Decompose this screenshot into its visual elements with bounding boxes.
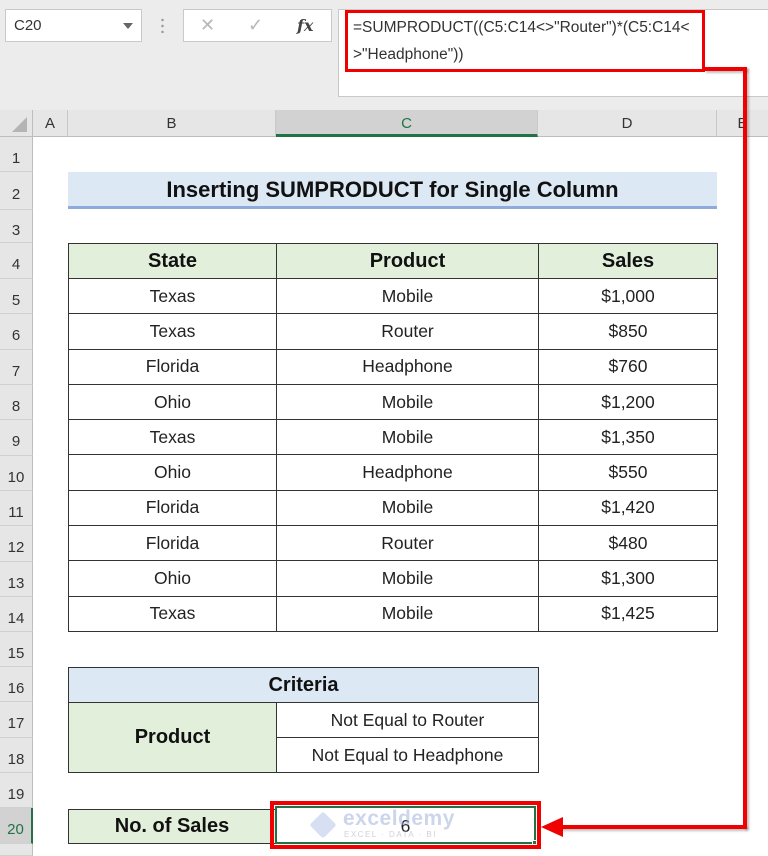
row-header-20[interactable]: 20 [0,808,33,844]
row-header-14[interactable]: 14 [0,597,33,632]
table-row: Ohio Mobile $1,200 [68,383,718,421]
row-header-13[interactable]: 13 [0,562,33,597]
cell-sales[interactable]: $550 [538,454,718,491]
sales-table: State Product Sales Texas Mobile $1,000 Tex… [68,243,718,632]
cell-sales[interactable]: $1,350 [538,419,718,456]
row-header-8[interactable]: 8 [0,385,33,420]
cell-state[interactable]: Texas [68,313,277,350]
row-header-19[interactable]: 19 [0,773,33,808]
insert-function-icon[interactable]: fx [297,16,313,35]
cell-product[interactable]: Mobile [276,595,539,632]
cell-sales[interactable]: $1,425 [538,595,718,632]
criteria-value-1[interactable]: Not Equal to Router [276,702,539,738]
formula-buttons: ✕ ✓ fx [183,9,332,42]
cell-sales[interactable]: $850 [538,313,718,350]
cell-product[interactable]: Router [276,313,539,350]
arrow-head-icon [541,817,563,837]
table-row: Texas Mobile $1,350 [68,419,718,456]
criteria-table: Criteria Product Not Equal to Router Not… [68,667,539,773]
drag-handle-icon[interactable] [161,17,164,33]
table-header-row: State Product Sales [68,243,718,279]
criteria-value-2[interactable]: Not Equal to Headphone [276,737,539,773]
formula-highlight-box [345,10,705,72]
column-header-d[interactable]: D [538,110,717,137]
header-state[interactable]: State [68,243,277,279]
cell-product[interactable]: Headphone [276,348,539,385]
cell-sales[interactable]: $1,300 [538,560,718,597]
cell-sales[interactable]: $1,420 [538,489,718,527]
table-row: Texas Router $850 [68,313,718,350]
sheet-title: Inserting SUMPRODUCT for Single Column [68,172,717,209]
arrow-connector-top [705,67,747,71]
row-header-15[interactable]: 15 [0,632,33,667]
column-header-a[interactable]: A [33,110,68,137]
table-row: Texas Mobile $1,425 [68,595,718,632]
arrow-connector-vertical [743,67,747,829]
table-row: Ohio Headphone $550 [68,454,718,491]
cell-state[interactable]: Florida [68,525,277,562]
column-header-c[interactable]: C [276,110,538,137]
table-row: Ohio Mobile $1,300 [68,560,718,597]
check-icon[interactable]: ✓ [248,15,263,36]
row-header-1[interactable]: 1 [0,137,33,172]
cell-state[interactable]: Texas [68,277,277,315]
cell-state[interactable]: Texas [68,595,277,632]
cell-state[interactable]: Texas [68,419,277,456]
formula-bar-area: C20 ✕ ✓ fx =SUMPRODUCT((C5:C14<>"Router"… [0,0,768,110]
row-header-3[interactable]: 3 [0,210,33,243]
cell-sales[interactable]: $480 [538,525,718,562]
row-header-18[interactable]: 18 [0,738,33,773]
header-sales[interactable]: Sales [538,243,718,279]
table-row: Florida Headphone $760 [68,348,718,385]
header-product[interactable]: Product [276,243,539,279]
row-header-21[interactable] [0,844,33,856]
cell-product[interactable]: Mobile [276,489,539,527]
result-highlight-box [270,801,541,849]
cell-state[interactable]: Ohio [68,383,277,421]
row-header-4[interactable]: 4 [0,243,33,279]
row-header-9[interactable]: 9 [0,420,33,456]
criteria-label-product[interactable]: Product [68,702,277,773]
row-header-11[interactable]: 11 [0,491,33,526]
row-header-10[interactable]: 10 [0,456,33,491]
name-box-value: C20 [14,17,42,34]
cell-state[interactable]: Ohio [68,454,277,491]
name-box[interactable]: C20 [5,9,142,42]
table-row: Florida Mobile $1,420 [68,489,718,527]
row-header-17[interactable]: 17 [0,702,33,738]
cell-sales[interactable]: $760 [538,348,718,385]
row-header-2[interactable]: 2 [0,172,33,210]
chevron-down-icon[interactable] [123,23,133,29]
cell-state[interactable]: Ohio [68,560,277,597]
cell-product[interactable]: Mobile [276,560,539,597]
cell-state[interactable]: Florida [68,348,277,385]
cell-product[interactable]: Mobile [276,383,539,421]
no-of-sales-label[interactable]: No. of Sales [68,809,276,844]
criteria-header[interactable]: Criteria [68,667,539,703]
table-row: Texas Mobile $1,000 [68,277,718,315]
cell-product[interactable]: Mobile [276,419,539,456]
table-row: Florida Router $480 [68,525,718,562]
cell-sales[interactable]: $1,200 [538,383,718,421]
row-header-16[interactable]: 16 [0,667,33,702]
row-header-7[interactable]: 7 [0,350,33,385]
arrow-connector-bottom [560,825,747,829]
cell-sales[interactable]: $1,000 [538,277,718,315]
row-header-12[interactable]: 12 [0,526,33,562]
cell-product[interactable]: Router [276,525,539,562]
cell-state[interactable]: Florida [68,489,277,527]
column-header-b[interactable]: B [68,110,276,137]
cell-product[interactable]: Mobile [276,277,539,315]
cell-product[interactable]: Headphone [276,454,539,491]
row-header-6[interactable]: 6 [0,314,33,350]
select-all-corner[interactable] [0,110,33,137]
cancel-icon[interactable]: ✕ [200,15,215,36]
row-header-5[interactable]: 5 [0,279,33,314]
